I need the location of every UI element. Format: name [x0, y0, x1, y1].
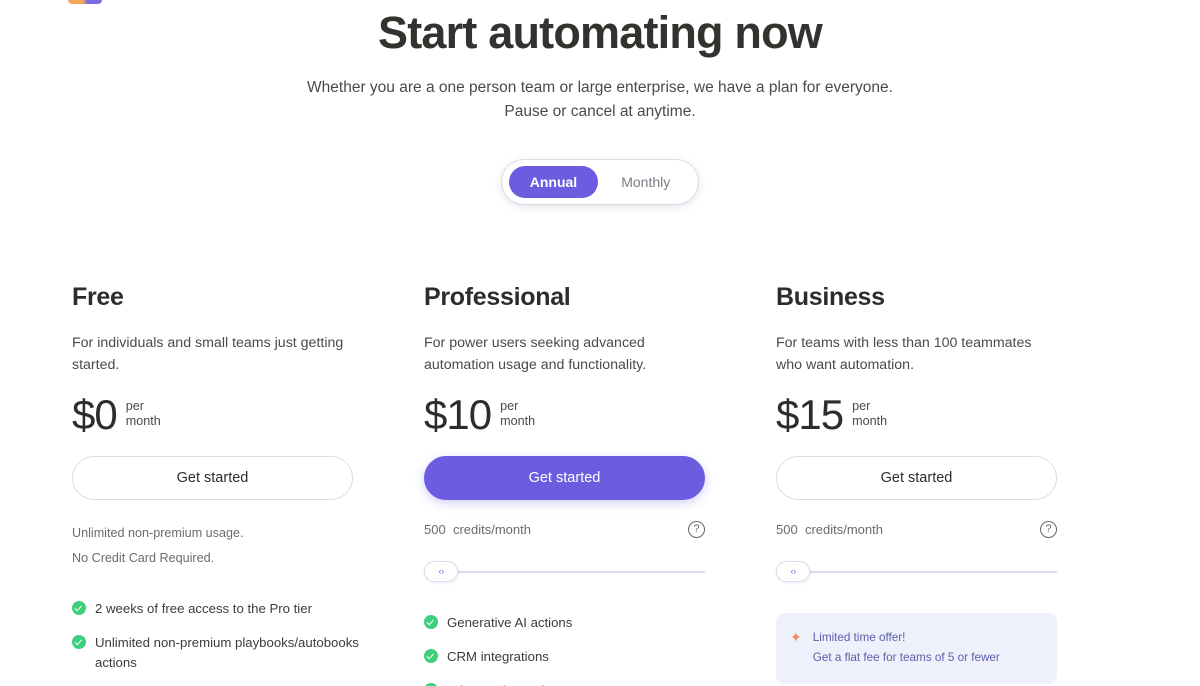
- feature-list-professional: Generative AI actions CRM integrations A…: [424, 613, 724, 686]
- plan-notes: Unlimited non-premium usage. No Credit C…: [72, 521, 354, 571]
- credits-amount: 500: [776, 522, 798, 537]
- plan-description: For teams with less than 100 teammates w…: [776, 335, 1032, 373]
- slider-handle[interactable]: ‹›: [424, 561, 458, 582]
- credits-unit: credits/month: [804, 522, 883, 537]
- question-mark-icon[interactable]: ?: [688, 521, 705, 538]
- promo-line-1: Limited time offer!: [812, 631, 906, 644]
- plan-price-period-line-2: month: [125, 414, 161, 428]
- plans-grid: Free For individuals and small teams jus…: [0, 282, 1200, 686]
- feature-label: Unlimited non-premium playbooks/autobook…: [95, 635, 359, 670]
- plan-price-row: $15 per month: [776, 394, 1058, 436]
- feature-label: Advanced scraping: [447, 681, 559, 686]
- plan-note-2: No Credit Card Required.: [72, 551, 215, 565]
- plan-card-free: Free For individuals and small teams jus…: [72, 282, 424, 686]
- credits-label: 500 credits/month: [424, 522, 531, 537]
- get-started-button-professional[interactable]: Get started: [424, 456, 705, 500]
- hero-subtitle: Whether you are a one person team or lar…: [0, 76, 1200, 124]
- promo-text: Limited time offer! Get a flat fee for t…: [813, 628, 1000, 668]
- credits-slider-professional[interactable]: ‹›: [424, 561, 705, 583]
- sparkle-icon: ✦: [790, 629, 802, 645]
- feature-label: 2 weeks of free access to the Pro tier: [95, 601, 312, 616]
- pricing-page: Start automating now Whether you are a o…: [0, 0, 1200, 686]
- page-title: Start automating now: [378, 7, 823, 58]
- get-started-button-business[interactable]: Get started: [776, 456, 1057, 500]
- plan-price: $15: [776, 391, 844, 438]
- plan-price-period: per month: [500, 399, 535, 429]
- list-item: 2 weeks of free access to the Pro tier: [72, 599, 372, 619]
- slider-handle[interactable]: ‹›: [776, 561, 810, 582]
- plan-card-professional: Professional For power users seeking adv…: [424, 282, 776, 686]
- feature-list-free: 2 weeks of free access to the Pro tier U…: [72, 599, 372, 686]
- plan-description: For individuals and small teams just get…: [72, 335, 344, 373]
- hero-section: Start automating now Whether you are a o…: [0, 0, 1200, 124]
- list-item: Generative AI actions: [424, 613, 724, 633]
- credits-row-professional: 500 credits/month ?: [424, 521, 705, 538]
- get-started-button-free[interactable]: Get started: [72, 456, 353, 500]
- plan-price-period: per month: [852, 399, 887, 429]
- plan-price-period: per month: [126, 399, 161, 429]
- credits-unit: credits/month: [452, 522, 531, 537]
- slider-track: [424, 571, 705, 573]
- feature-label: CRM integrations: [447, 649, 549, 664]
- feature-label: Generative AI actions: [447, 615, 573, 630]
- plan-price-period-line-1: per: [852, 399, 871, 413]
- plan-name: Professional: [424, 283, 571, 311]
- hero-subtitle-line-1: Whether you are a one person team or lar…: [307, 79, 893, 97]
- plan-price-period-line-1: per: [125, 399, 144, 413]
- check-icon: [72, 635, 86, 649]
- plan-price-period-line-2: month: [500, 414, 536, 428]
- plan-price-period-line-2: month: [852, 414, 888, 428]
- check-icon: [424, 615, 438, 629]
- check-icon: [72, 601, 86, 615]
- plan-price-period-line-1: per: [500, 399, 519, 413]
- plan-name: Business: [776, 283, 885, 311]
- promo-line-2: Get a flat fee for teams of 5 or fewer: [812, 651, 1000, 664]
- credits-label: 500 credits/month: [776, 522, 883, 537]
- plan-price-row: $0 per month: [72, 394, 354, 436]
- billing-toggle-monthly[interactable]: Monthly: [600, 166, 691, 198]
- plan-price: $0: [72, 391, 118, 438]
- list-item: Advanced scraping: [424, 681, 724, 686]
- slider-track: [776, 571, 1057, 573]
- brand-logo[interactable]: [68, 0, 102, 4]
- billing-toggle[interactable]: Annual Monthly: [501, 160, 699, 205]
- billing-toggle-annual[interactable]: Annual: [508, 166, 599, 199]
- list-item: Unlimited non-premium playbooks/autobook…: [72, 633, 372, 673]
- list-item: CRM integrations: [424, 647, 724, 667]
- hero-subtitle-line-2: Pause or cancel at anytime.: [504, 103, 696, 121]
- plan-price: $10: [424, 391, 492, 438]
- credits-row-business: 500 credits/month ?: [776, 521, 1057, 538]
- plan-note-1: Unlimited non-premium usage.: [72, 526, 244, 540]
- question-mark-icon[interactable]: ?: [1040, 521, 1057, 538]
- credits-slider-business[interactable]: ‹›: [776, 561, 1057, 583]
- plan-card-business: Business For teams with less than 100 te…: [776, 282, 1128, 686]
- limited-time-offer-banner: ✦ Limited time offer! Get a flat fee for…: [776, 613, 1057, 684]
- plan-description: For power users seeking advanced automat…: [424, 335, 647, 373]
- check-icon: [424, 649, 438, 663]
- plan-price-row: $10 per month: [424, 394, 706, 436]
- credits-amount: 500: [424, 522, 446, 537]
- billing-toggle-wrapper: Annual Monthly: [0, 160, 1200, 205]
- brand-logo-shape: [68, 0, 102, 4]
- plan-name: Free: [72, 283, 124, 311]
